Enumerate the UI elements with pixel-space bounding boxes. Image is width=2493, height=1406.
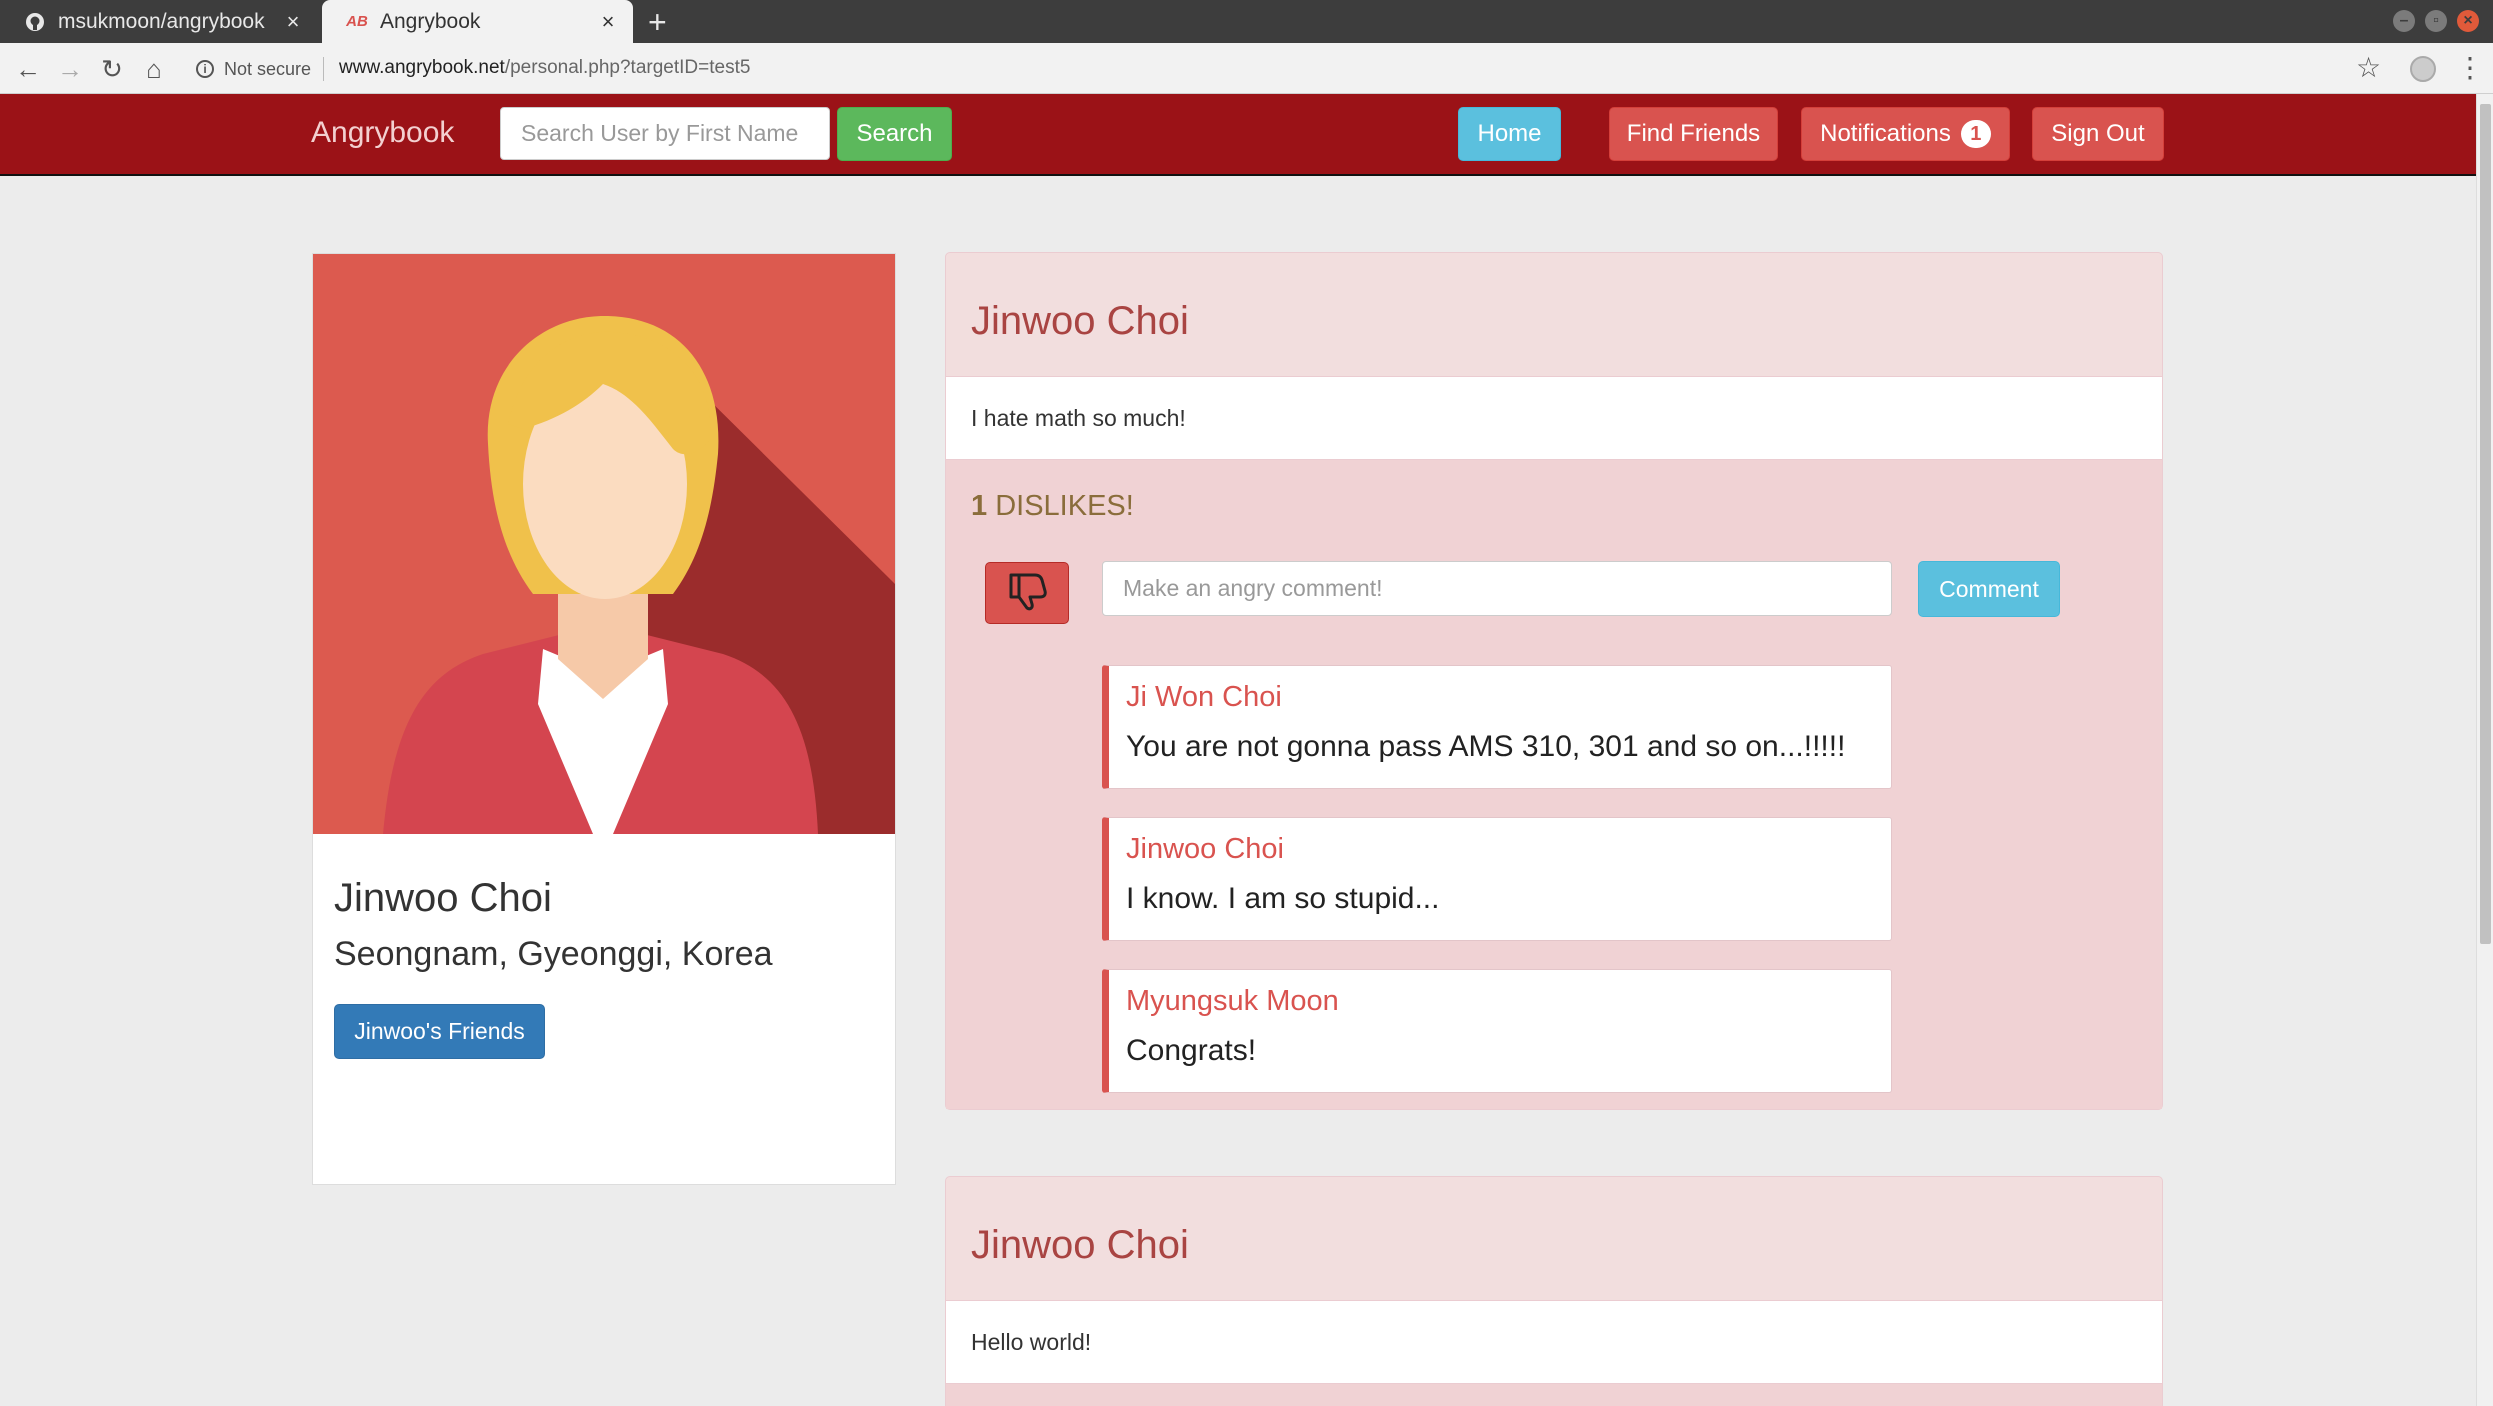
maximize-icon[interactable]: ▫ bbox=[2425, 10, 2447, 32]
forward-icon[interactable]: → bbox=[54, 53, 86, 85]
site-navbar: Angrybook Search User by First Name Sear… bbox=[0, 94, 2476, 176]
new-tab-icon[interactable]: + bbox=[648, 4, 667, 40]
post-text: Hello world! bbox=[971, 1329, 1092, 1355]
info-icon: i bbox=[196, 60, 214, 78]
security-label: Not secure bbox=[224, 58, 312, 79]
post-author[interactable]: Jinwoo Choi bbox=[971, 1223, 1189, 1268]
post-body: Hello world! bbox=[946, 1301, 2162, 1384]
profile-location: Seongnam, Gyeonggi, Korea bbox=[334, 935, 773, 973]
profile-card: Jinwoo Choi Seongnam, Gyeonggi, Korea Ji… bbox=[312, 253, 896, 1185]
window-controls: – ▫ × bbox=[2393, 10, 2479, 32]
profile-avatar-icon[interactable] bbox=[2410, 56, 2436, 82]
github-icon bbox=[24, 11, 46, 33]
home-icon[interactable]: ⌂ bbox=[138, 53, 170, 85]
tab-close-icon[interactable]: × bbox=[593, 9, 623, 35]
browser-tab-angrybook[interactable]: AB Angrybook × bbox=[322, 0, 633, 43]
post-footer: 1 DISLIKES! Make an angry comment! Comme… bbox=[946, 460, 2162, 1109]
browser-tab-github[interactable]: msukmoon/angrybook × bbox=[0, 0, 318, 43]
find-friends-button[interactable]: Find Friends bbox=[1609, 107, 1778, 161]
profile-name: Jinwoo Choi bbox=[334, 876, 552, 920]
site-brand[interactable]: Angrybook bbox=[311, 116, 454, 150]
url-path: /personal.php?targetID=test5 bbox=[504, 57, 751, 78]
browser-tab-bar: msukmoon/angrybook × AB Angrybook × + – … bbox=[0, 0, 2493, 43]
thumbs-down-icon bbox=[1005, 571, 1049, 616]
post-text: I hate math so much! bbox=[971, 405, 1186, 431]
comment: Ji Won Choi You are not gonna pass AMS 3… bbox=[1102, 665, 1892, 789]
comment: Jinwoo Choi I know. I am so stupid... bbox=[1102, 817, 1892, 941]
bookmark-star-icon[interactable]: ☆ bbox=[2356, 51, 2381, 84]
post-footer bbox=[946, 1384, 2162, 1406]
security-indicator[interactable]: i Not secure bbox=[196, 57, 325, 81]
notifications-button[interactable]: Notifications 1 bbox=[1801, 107, 2010, 161]
post-author[interactable]: Jinwoo Choi bbox=[971, 299, 1189, 344]
post-header: Jinwoo Choi bbox=[946, 253, 2162, 377]
post-header: Jinwoo Choi bbox=[946, 1177, 2162, 1301]
browser-menu-icon[interactable]: ⋮ bbox=[2456, 51, 2484, 84]
home-button[interactable]: Home bbox=[1458, 107, 1561, 161]
dislike-count-number: 1 bbox=[971, 490, 988, 522]
notifications-badge: 1 bbox=[1960, 120, 1991, 148]
page-scrollbar[interactable] bbox=[2476, 94, 2493, 1406]
back-icon[interactable]: ← bbox=[12, 53, 44, 85]
divider bbox=[323, 57, 325, 81]
minimize-icon[interactable]: – bbox=[2393, 10, 2415, 32]
comment-input[interactable]: Make an angry comment! bbox=[1102, 561, 1892, 616]
post: Jinwoo Choi Hello world! bbox=[945, 1176, 2163, 1406]
notifications-label: Notifications bbox=[1820, 120, 1951, 147]
comment-author[interactable]: Ji Won Choi bbox=[1126, 681, 1282, 714]
profile-friends-button[interactable]: Jinwoo's Friends bbox=[334, 1004, 545, 1059]
comment-text: You are not gonna pass AMS 310, 301 and … bbox=[1126, 730, 1846, 763]
dislike-count-label: DISLIKES! bbox=[995, 490, 1134, 522]
angrybook-favicon: AB bbox=[346, 13, 368, 30]
dislike-button[interactable] bbox=[985, 562, 1069, 624]
scrollbar-thumb[interactable] bbox=[2480, 104, 2491, 944]
comment-text: I know. I am so stupid... bbox=[1126, 882, 1440, 915]
tab-title: msukmoon/angrybook bbox=[58, 9, 265, 33]
profile-avatar-image bbox=[313, 254, 895, 834]
reload-icon[interactable]: ↻ bbox=[96, 53, 128, 85]
url-field[interactable]: www.angrybook.net/personal.php?targetID=… bbox=[339, 57, 750, 79]
address-bar: ← → ↻ ⌂ i Not secure www.angrybook.net/p… bbox=[0, 43, 2493, 94]
post-body: I hate math so much! bbox=[946, 377, 2162, 460]
page-content: Angrybook Search User by First Name Sear… bbox=[0, 94, 2476, 1406]
comment: Myungsuk Moon Congrats! bbox=[1102, 969, 1892, 1093]
window-close-icon[interactable]: × bbox=[2457, 10, 2479, 32]
dislike-count: 1 DISLIKES! bbox=[971, 490, 1134, 523]
tab-close-icon[interactable]: × bbox=[278, 9, 308, 35]
search-button[interactable]: Search bbox=[837, 107, 952, 161]
search-input[interactable]: Search User by First Name bbox=[500, 107, 830, 160]
sign-out-button[interactable]: Sign Out bbox=[2032, 107, 2164, 161]
post: Jinwoo Choi I hate math so much! 1 DISLI… bbox=[945, 252, 2163, 1110]
comment-author[interactable]: Myungsuk Moon bbox=[1126, 985, 1339, 1018]
comment-button[interactable]: Comment bbox=[1918, 561, 2060, 617]
comment-text: Congrats! bbox=[1126, 1034, 1257, 1067]
url-host: www.angrybook.net bbox=[339, 57, 505, 78]
tab-title: Angrybook bbox=[380, 9, 481, 33]
comment-author[interactable]: Jinwoo Choi bbox=[1126, 833, 1284, 866]
